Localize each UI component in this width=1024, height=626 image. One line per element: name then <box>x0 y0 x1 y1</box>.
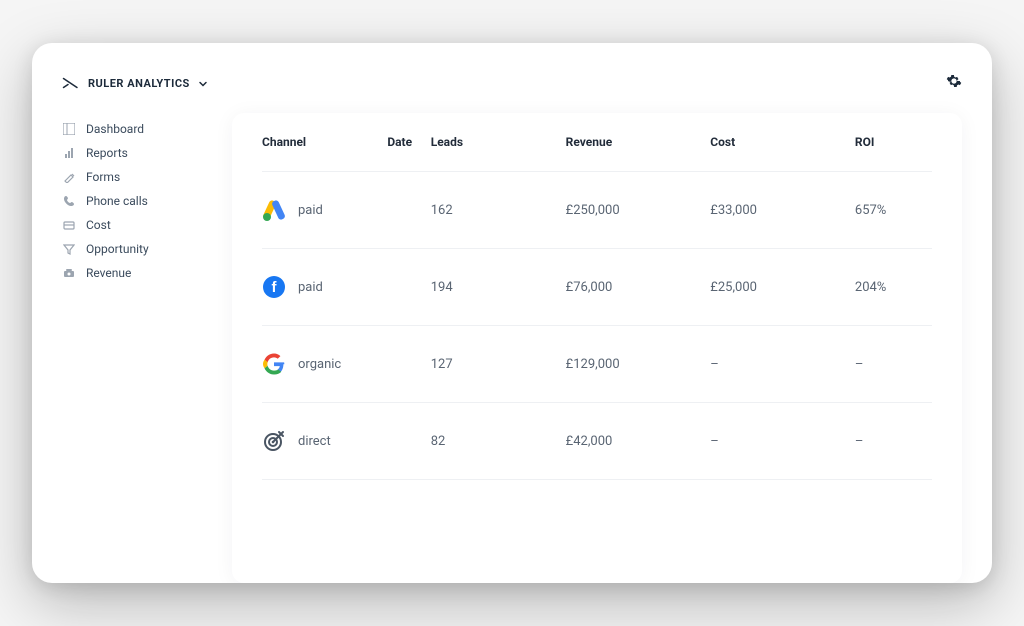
cell-leads: 82 <box>431 434 566 449</box>
dashboard-icon <box>62 122 76 136</box>
revenue-icon <box>62 266 76 280</box>
cell-channel: paid <box>298 280 323 295</box>
app-window: RULER ANALYTICS Dashboard Reports Forms <box>32 43 992 583</box>
cell-roi: 657% <box>855 203 932 218</box>
table-row[interactable]: f paid 194 £76,000 £25,000 204% <box>262 249 932 326</box>
cell-revenue: £76,000 <box>566 280 711 295</box>
cell-cost: – <box>710 357 855 372</box>
ruler-logo-icon <box>62 76 80 90</box>
main-panel: Channel Date Leads Revenue Cost ROI paid <box>232 113 962 583</box>
cell-roi: – <box>855 357 932 372</box>
sidebar-item-label: Reports <box>86 146 128 160</box>
cell-revenue: £129,000 <box>566 357 711 372</box>
top-bar: RULER ANALYTICS <box>62 73 962 93</box>
direct-target-icon <box>262 429 286 453</box>
cell-leads: 162 <box>431 203 566 218</box>
sidebar-item-label: Dashboard <box>86 122 144 136</box>
table-header: Channel Date Leads Revenue Cost ROI <box>262 113 932 172</box>
cell-cost: – <box>710 434 855 449</box>
forms-icon <box>62 170 76 184</box>
settings-button[interactable] <box>946 73 962 93</box>
cell-cost: £25,000 <box>710 280 855 295</box>
cell-leads: 127 <box>431 357 566 372</box>
sidebar-item-label: Opportunity <box>86 242 149 256</box>
table-row[interactable]: organic 127 £129,000 – – <box>262 326 932 403</box>
cell-roi: – <box>855 434 932 449</box>
channel-table: Channel Date Leads Revenue Cost ROI paid <box>262 113 932 480</box>
cell-channel: direct <box>298 434 331 449</box>
sidebar-item-cost[interactable]: Cost <box>62 213 202 237</box>
cell-channel: organic <box>298 357 341 372</box>
sidebar-item-dashboard[interactable]: Dashboard <box>62 117 202 141</box>
cell-cost: £33,000 <box>710 203 855 218</box>
header-date[interactable]: Date <box>387 135 430 149</box>
header-cost[interactable]: Cost <box>710 135 855 149</box>
cell-channel: paid <box>298 203 323 218</box>
cost-icon <box>62 218 76 232</box>
sidebar-item-opportunity[interactable]: Opportunity <box>62 237 202 261</box>
google-ads-icon <box>262 198 286 222</box>
sidebar-item-forms[interactable]: Forms <box>62 165 202 189</box>
facebook-icon: f <box>262 275 286 299</box>
table-row[interactable]: paid 162 £250,000 £33,000 657% <box>262 172 932 249</box>
reports-icon <box>62 146 76 160</box>
header-roi[interactable]: ROI <box>855 135 932 149</box>
brand-selector[interactable]: RULER ANALYTICS <box>62 74 208 93</box>
chevron-down-icon <box>198 74 208 93</box>
sidebar-item-phone-calls[interactable]: Phone calls <box>62 189 202 213</box>
sidebar-item-label: Phone calls <box>86 194 148 208</box>
phone-icon <box>62 194 76 208</box>
cell-revenue: £42,000 <box>566 434 711 449</box>
sidebar-item-label: Forms <box>86 170 120 184</box>
cell-revenue: £250,000 <box>566 203 711 218</box>
cell-roi: 204% <box>855 280 932 295</box>
sidebar-item-label: Revenue <box>86 266 131 280</box>
funnel-icon <box>62 242 76 256</box>
header-revenue[interactable]: Revenue <box>566 135 711 149</box>
sidebar-item-reports[interactable]: Reports <box>62 141 202 165</box>
cell-leads: 194 <box>431 280 566 295</box>
google-icon <box>262 352 286 376</box>
sidebar-item-revenue[interactable]: Revenue <box>62 261 202 285</box>
content: Dashboard Reports Forms Phone calls Cost… <box>62 113 962 583</box>
header-channel[interactable]: Channel <box>262 135 387 149</box>
sidebar-item-label: Cost <box>86 218 111 232</box>
table-row[interactable]: direct 82 £42,000 – – <box>262 403 932 480</box>
brand-name: RULER ANALYTICS <box>88 77 190 90</box>
header-leads[interactable]: Leads <box>431 135 566 149</box>
sidebar: Dashboard Reports Forms Phone calls Cost… <box>62 113 202 583</box>
